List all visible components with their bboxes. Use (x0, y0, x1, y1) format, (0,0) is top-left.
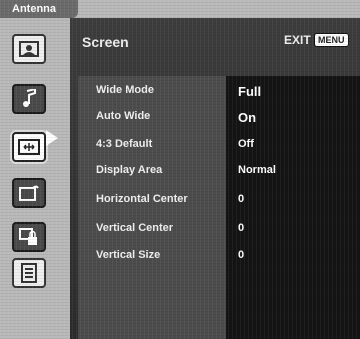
panel-header: Screen EXIT MENU (70, 18, 360, 62)
setup-icon[interactable] (12, 178, 46, 208)
setting-label: Auto Wide (96, 110, 151, 122)
setting-row-wide-mode[interactable]: Wide Mode Full (70, 84, 360, 108)
setting-value: Full (238, 84, 262, 99)
page-title: Screen (82, 34, 129, 50)
setting-label: Wide Mode (96, 84, 154, 96)
sound-icon[interactable] (12, 84, 46, 114)
screen-panel: Screen EXIT MENU Wide Mode Full Auto Wid… (70, 18, 360, 339)
setting-label: 4:3 Default (96, 138, 153, 150)
setting-row-vertical-size[interactable]: Vertical Size 0 (70, 249, 360, 273)
antenna-tab-label: Antenna (12, 3, 56, 15)
lock-icon[interactable] (12, 222, 46, 252)
setting-row-4-3-default[interactable]: 4:3 Default Off (70, 138, 360, 162)
setting-label: Vertical Center (96, 222, 174, 234)
setting-row-horizontal-center[interactable]: Horizontal Center 0 (70, 193, 360, 217)
antenna-tab[interactable]: Antenna (0, 0, 78, 18)
setting-label: Vertical Size (96, 249, 161, 261)
setting-label: Display Area (96, 164, 163, 176)
menu-list-icon[interactable] (12, 258, 46, 288)
selection-pointer-icon (46, 130, 58, 146)
setting-label: Horizontal Center (96, 193, 188, 205)
picture-icon[interactable] (12, 34, 46, 64)
screen-icon[interactable] (12, 132, 46, 162)
exit-button[interactable]: EXIT (284, 33, 311, 47)
setting-row-display-area[interactable]: Display Area Normal (70, 164, 360, 188)
setting-value: On (238, 110, 257, 125)
sidebar (0, 18, 72, 339)
setting-value: 0 (238, 193, 245, 205)
setting-row-vertical-center[interactable]: Vertical Center 0 (70, 222, 360, 246)
setting-value: 0 (238, 249, 245, 261)
setting-value: Off (238, 138, 254, 150)
settings-list: Wide Mode Full Auto Wide On 4:3 Default … (70, 76, 360, 339)
setting-row-auto-wide[interactable]: Auto Wide On (70, 110, 360, 134)
setting-value: 0 (238, 222, 245, 234)
menu-key-badge[interactable]: MENU (314, 33, 349, 47)
setting-value: Normal (238, 164, 276, 176)
